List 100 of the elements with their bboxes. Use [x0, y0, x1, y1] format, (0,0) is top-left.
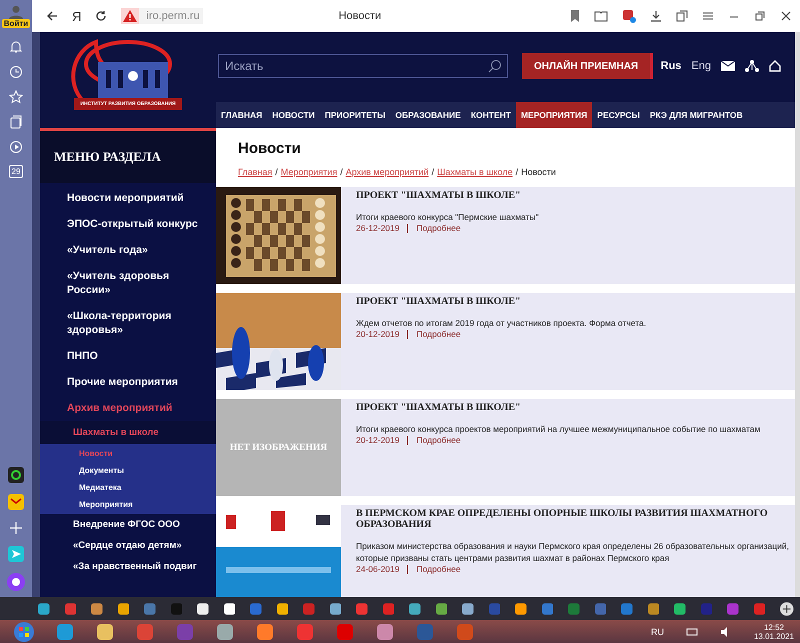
sitemap-icon[interactable] [745, 60, 759, 72]
avatar-icon [7, 4, 25, 18]
tab-icon[interactable] [276, 602, 288, 614]
breadcrumb-link[interactable]: Архив мероприятий [346, 167, 429, 177]
menu-item[interactable]: «Учитель здоровья России» [40, 263, 216, 303]
submenu-item[interactable]: Медиатека [40, 479, 216, 496]
breadcrumb-link[interactable]: Главная [238, 167, 272, 177]
tab-icon[interactable] [197, 602, 209, 614]
calendar-button[interactable]: 29 [8, 165, 24, 178]
collections-icon[interactable] [676, 10, 688, 22]
news-date: 24-06-2019 [356, 564, 400, 574]
language-link[interactable]: Eng [691, 60, 711, 72]
bell-icon[interactable] [9, 40, 23, 54]
tab-icon[interactable] [462, 602, 474, 614]
clock-date: 13.01.2021 [754, 632, 794, 640]
tab-icon[interactable] [330, 602, 342, 614]
download-icon[interactable] [650, 10, 662, 22]
breadcrumb-link[interactable]: Шахматы в школе [437, 167, 513, 177]
tab-icon[interactable] [118, 602, 130, 614]
assistant-icon[interactable] [7, 573, 25, 591]
breadcrumb-separator: / [432, 167, 434, 177]
news-title[interactable]: ПРОЕКТ "ШАХМАТЫ В ШКОЛЕ" [356, 402, 760, 413]
news-summary: Итоги краевого конкурса "Пермские шахматы" [356, 211, 539, 223]
read-more-link[interactable]: Подробнее [416, 329, 461, 339]
read-more-link[interactable]: Подробнее [416, 435, 461, 445]
nav-item[interactable]: ГЛАВНАЯ [216, 102, 268, 128]
submenu-item[interactable]: «За нравственный подвиг [40, 556, 216, 577]
extension-icon[interactable] [622, 9, 636, 23]
bookmark-icon[interactable] [570, 10, 580, 22]
profile-button[interactable]: Войти [0, 0, 32, 32]
menu-item[interactable]: Новости мероприятий [40, 185, 216, 211]
clock-time: 12:52 [764, 622, 784, 632]
language-link[interactable]: Rus [660, 60, 682, 72]
no-image-label: НЕТ ИЗОБРАЖЕНИЯ [230, 442, 328, 452]
send-icon[interactable] [8, 546, 24, 562]
menu-item[interactable]: Прочие мероприятия [40, 369, 216, 395]
nav-item[interactable]: РКЭ ДЛЯ МИГРАНТОВ [644, 102, 748, 128]
nav-item[interactable]: ПРИОРИТЕТЫ [320, 102, 390, 128]
read-more-link[interactable]: Подробнее [416, 223, 461, 233]
nav-item[interactable]: НОВОСТИ [267, 102, 320, 128]
news-date: 26-12-2019 [356, 223, 400, 233]
taskbar-app-icon[interactable] [256, 622, 274, 640]
plus-icon[interactable] [9, 521, 23, 535]
reload-icon[interactable] [95, 10, 108, 22]
back-icon[interactable] [46, 10, 58, 22]
star-icon[interactable] [9, 90, 23, 104]
page-title: Новости [338, 10, 382, 22]
start-icon[interactable] [14, 622, 34, 642]
breadcrumb-link[interactable]: Мероприятия [280, 167, 338, 177]
breadcrumb-separator: / [516, 167, 518, 177]
play-icon[interactable] [9, 140, 23, 154]
search-icon[interactable] [488, 59, 502, 73]
app-icon[interactable] [8, 467, 24, 483]
submenu-item[interactable]: Внедрение ФГОС ООО [40, 514, 216, 535]
scrollbar[interactable] [795, 32, 800, 597]
section-menu-title: МЕНЮ РАЗДЕЛА [40, 128, 216, 183]
read-more-link[interactable]: Подробнее [416, 564, 461, 574]
news-title[interactable]: В ПЕРМСКОМ КРАЕ ОПРЕДЕЛЕНЫ ОПОРНЫЕ ШКОЛЫ РАЗВИТИЯ ШАХМАТНОГО ОБРАЗОВАНИЯ [356, 508, 791, 530]
nav-item[interactable]: ОБРАЗОВАНИЕ [390, 102, 466, 128]
url-text: iro.perm.ru [145, 9, 201, 23]
new-tab-icon[interactable] [780, 602, 794, 616]
menu-item[interactable]: ЭПОС-открытый конкурс [40, 211, 216, 237]
taskbar-app-icon[interactable] [56, 622, 74, 640]
submenu-item[interactable]: «Сердце отдаю детям» [40, 535, 216, 556]
online-reception-button[interactable]: ОНЛАЙН ПРИЕМНАЯ [522, 53, 654, 79]
submenu-item[interactable]: Шахматы в школе [40, 421, 216, 444]
news-summary: Ждем отчетов по итогам 2019 года от участников проекта. Форма отчета. [356, 317, 646, 329]
taskbar-app-icon[interactable] [376, 622, 394, 640]
tab-icon[interactable] [674, 602, 686, 614]
book-icon[interactable] [594, 10, 608, 22]
notes-icon[interactable] [9, 115, 23, 129]
nav-item[interactable]: КОНТЕНТ [466, 102, 516, 128]
menu-item[interactable]: Архив мероприятий [40, 395, 216, 421]
nav-item[interactable]: МЕРОПРИЯТИЯ [516, 102, 592, 128]
menu-item[interactable]: «Учитель года» [40, 237, 216, 263]
close-icon[interactable] [780, 10, 792, 22]
taskbar-app-icon[interactable] [216, 622, 234, 640]
mail-icon[interactable] [721, 61, 735, 71]
language-indicator[interactable]: RU [650, 626, 664, 636]
tab-icon[interactable] [515, 602, 527, 614]
tab-icon[interactable] [224, 602, 236, 614]
submenu-item[interactable]: Мероприятия [40, 496, 216, 513]
clock-icon[interactable] [9, 65, 23, 79]
restore-icon[interactable] [754, 10, 766, 22]
home-icon[interactable] [769, 60, 781, 72]
news-title[interactable]: ПРОЕКТ "ШАХМАТЫ В ШКОЛЕ" [356, 190, 539, 201]
taskbar-app-icon[interactable] [96, 622, 114, 640]
search-field[interactable]: Искать [218, 54, 508, 78]
menu-item[interactable]: ПНПО [40, 343, 216, 369]
menu-icon[interactable] [702, 10, 714, 22]
news-date: 20-12-2019 [356, 435, 400, 445]
menu-item[interactable]: «Школа-территория здоровья» [40, 303, 216, 343]
news-title[interactable]: ПРОЕКТ "ШАХМАТЫ В ШКОЛЕ" [356, 296, 646, 307]
submenu-item[interactable]: Документы [40, 462, 216, 479]
news-date: 20-12-2019 [356, 329, 400, 339]
nav-item[interactable]: РЕСУРСЫ [592, 102, 645, 128]
yandex-button[interactable]: Я [72, 8, 82, 24]
page-heading: Новости [238, 140, 302, 157]
news-summary: Итоги краевого конкурса проектов мероприятий на лучшее межмуниципальное событие по шахматам [356, 423, 760, 435]
taskbar-app-icon[interactable] [296, 622, 314, 640]
